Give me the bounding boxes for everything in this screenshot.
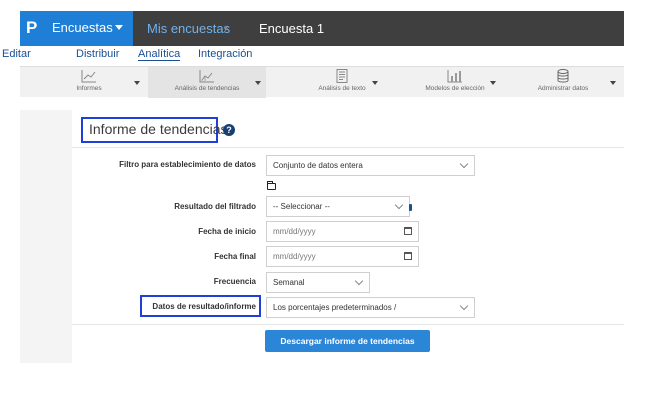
chart-line-icon bbox=[81, 70, 96, 83]
app-logo: P bbox=[26, 18, 38, 37]
tool-manage-data-label: Administrar datos bbox=[537, 85, 589, 92]
chevron-down-icon bbox=[459, 159, 469, 169]
filter-result-value: -- Seleccionar -- bbox=[273, 202, 330, 211]
analytics-toolbar: Informes Análisis de tendencias Análisis… bbox=[20, 66, 624, 98]
product-name: Encuestas bbox=[52, 20, 113, 35]
tool-text-analysis-label: Análisis de texto bbox=[318, 85, 366, 92]
trend-chart-icon bbox=[199, 70, 214, 83]
chevron-down-icon[interactable] bbox=[372, 81, 378, 85]
filter-select[interactable]: Conjunto de datos entera bbox=[266, 155, 475, 176]
chevron-down-icon[interactable] bbox=[610, 81, 616, 85]
tool-trend-analysis-label: Análisis de tendencias bbox=[174, 85, 240, 92]
chevron-down-icon bbox=[354, 276, 364, 286]
tool-reports-label: Informes bbox=[76, 85, 102, 92]
menu-item-analytics[interactable]: Analítica bbox=[138, 48, 181, 61]
bar-chart-icon bbox=[447, 70, 462, 83]
end-date-label: Fecha final bbox=[214, 252, 256, 261]
product-switcher[interactable]: P Encuestas bbox=[20, 11, 133, 46]
frequency-value: Semanal bbox=[273, 278, 305, 287]
tool-reports[interactable]: Informes bbox=[50, 67, 128, 98]
filter-result-select[interactable]: -- Seleccionar -- bbox=[266, 196, 410, 217]
tool-text-analysis[interactable]: Análisis de texto bbox=[284, 67, 400, 98]
tool-trend-analysis[interactable]: Análisis de tendencias bbox=[148, 67, 266, 98]
chevron-down-icon[interactable] bbox=[134, 81, 140, 85]
divider bbox=[72, 324, 624, 325]
filter-value: Conjunto de datos entera bbox=[273, 161, 363, 170]
document-icon bbox=[336, 69, 348, 83]
start-date-placeholder: mm/dd/yyyy bbox=[273, 227, 316, 236]
chevron-down-icon[interactable] bbox=[255, 81, 261, 85]
chevron-down-icon bbox=[459, 301, 469, 311]
chevron-down-icon[interactable] bbox=[490, 81, 496, 85]
frequency-select[interactable]: Semanal bbox=[266, 272, 370, 293]
filter-result-label: Resultado del filtrado bbox=[174, 202, 256, 211]
page-title: Informe de tendencias bbox=[89, 121, 228, 137]
end-date-placeholder: mm/dd/yyyy bbox=[273, 252, 316, 261]
calendar-icon[interactable] bbox=[404, 252, 412, 260]
start-date-field[interactable]: mm/dd/yyyy bbox=[266, 221, 419, 242]
frequency-label: Frecuencia bbox=[213, 277, 256, 286]
divider bbox=[72, 147, 624, 148]
calendar-icon[interactable] bbox=[404, 227, 412, 235]
result-data-label: Datos de resultado/informe bbox=[152, 302, 256, 311]
breadcrumb-current-survey: Encuesta 1 bbox=[259, 21, 325, 36]
result-data-select[interactable]: Los porcentajes predeterminados / bbox=[266, 297, 475, 318]
breadcrumb-my-surveys[interactable]: Mis encuestas bbox=[147, 21, 230, 36]
tool-manage-data[interactable]: Administrar datos bbox=[520, 67, 606, 98]
breadcrumb-separator: › bbox=[224, 20, 229, 35]
result-data-value: Los porcentajes predeterminados / bbox=[273, 303, 397, 312]
end-date-field[interactable]: mm/dd/yyyy bbox=[266, 246, 419, 267]
chevron-down-icon bbox=[115, 25, 123, 30]
menu-item-distribute[interactable]: Distribuir bbox=[76, 48, 119, 60]
database-icon bbox=[557, 69, 569, 83]
download-trend-report-button[interactable]: Descargar informe de tendencias bbox=[265, 330, 430, 352]
menu-item-integration[interactable]: Integración bbox=[198, 48, 252, 60]
top-navigation-bar: P Encuestas Mis encuestas › Encuesta 1 bbox=[20, 11, 624, 46]
info-marker-icon bbox=[409, 204, 412, 211]
filter-label: Filtro para establecimiento de datos bbox=[119, 160, 256, 169]
main-menu: Editar Distribuir Analítica Integración bbox=[0, 48, 624, 65]
help-icon[interactable]: ? bbox=[223, 124, 235, 136]
menu-item-edit[interactable]: Editar bbox=[2, 48, 31, 60]
chevron-down-icon bbox=[394, 200, 404, 210]
folder-icon[interactable] bbox=[267, 181, 276, 190]
tool-choice-models-label: Modelos de elección bbox=[425, 85, 485, 92]
start-date-label: Fecha de inicio bbox=[198, 227, 256, 236]
